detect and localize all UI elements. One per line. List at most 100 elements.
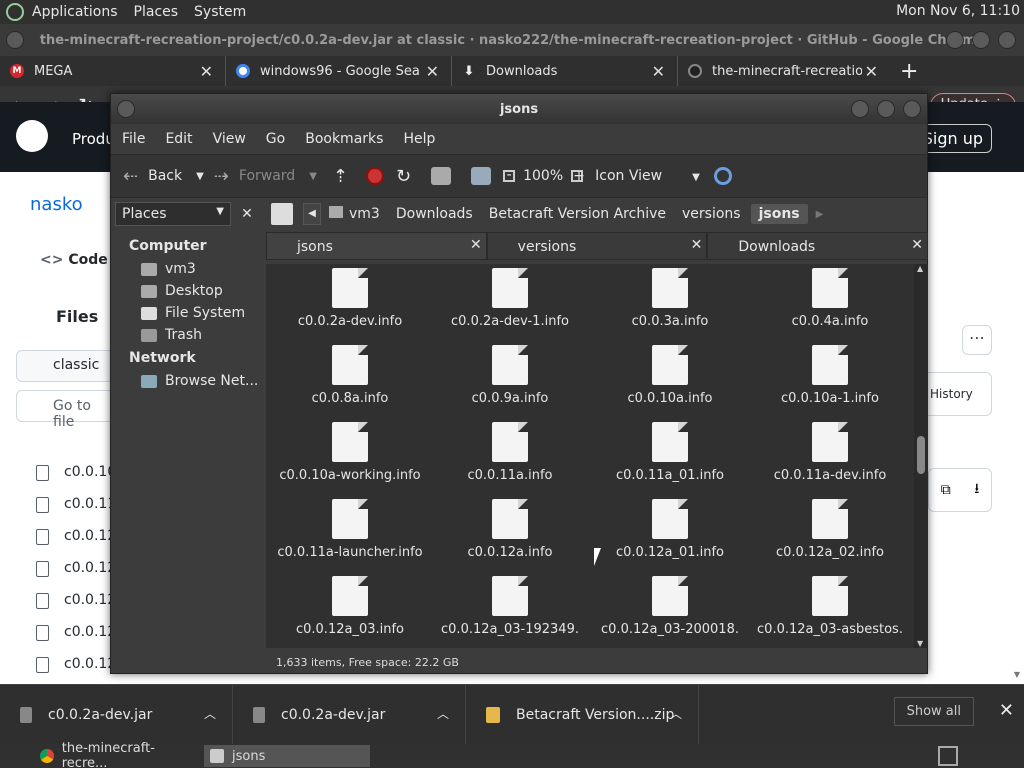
file-list-item[interactable]: c0.0.12: [35, 624, 116, 641]
up-button[interactable]: ⇡: [327, 166, 348, 187]
tab-versions[interactable]: versions ✕: [486, 232, 708, 260]
close-icon[interactable]: ✕: [999, 700, 1014, 721]
scroll-down-icon[interactable]: ▼: [917, 639, 923, 648]
file-item[interactable]: c0.0.11a-dev.info: [750, 422, 910, 483]
taskbar-item-chrome[interactable]: the-minecraft-recre...: [0, 741, 204, 768]
breadcrumb-versions[interactable]: versions: [674, 204, 749, 224]
search-icon[interactable]: [713, 167, 732, 185]
reload-icon[interactable]: ↻: [396, 166, 411, 187]
home-icon[interactable]: [431, 167, 452, 185]
clock[interactable]: Mon Nov 6, 11:10: [896, 3, 1020, 19]
close-icon[interactable]: ✕: [691, 237, 703, 253]
breadcrumb-jsons[interactable]: jsons: [750, 204, 808, 224]
copy-icon[interactable]: ⧉: [941, 482, 951, 498]
new-tab-button[interactable]: +: [900, 59, 960, 84]
places-menu[interactable]: Places: [126, 4, 187, 20]
close-icon[interactable]: ✕: [470, 237, 482, 253]
sidebar-places-select[interactable]: Places ▼: [115, 202, 231, 226]
breadcrumb-vm3[interactable]: vm3: [321, 204, 388, 224]
sidebar-item-desktop[interactable]: Desktop: [111, 280, 263, 302]
applications-menu[interactable]: Applications: [24, 4, 126, 20]
window-menu-button[interactable]: [117, 100, 135, 118]
file-list-item[interactable]: c0.0.12: [35, 592, 116, 609]
tab-google-search[interactable]: windows96 - Google Search ✕: [226, 56, 452, 86]
scrollbar-thumb[interactable]: [917, 436, 925, 474]
show-all-downloads-button[interactable]: Show all: [893, 697, 974, 726]
page-scroll-down-icon[interactable]: ▼: [1014, 670, 1020, 679]
back-button[interactable]: ⇠ Back ▼: [123, 166, 204, 187]
tab-github[interactable]: the-minecraft-recreation-project ✕: [678, 56, 890, 86]
close-icon[interactable]: ✕: [237, 206, 257, 222]
breadcrumb-right-icon[interactable]: ▶: [816, 209, 824, 220]
file-list-item[interactable]: c0.0.12: [35, 528, 116, 545]
file-item[interactable]: c0.0.10a-working.info: [270, 422, 430, 483]
menu-edit[interactable]: Edit: [165, 131, 192, 147]
menu-go[interactable]: Go: [266, 131, 285, 147]
file-item[interactable]: c0.0.12a_03-192349.: [430, 576, 590, 637]
close-button[interactable]: [998, 31, 1016, 49]
sidebar-item-trash[interactable]: Trash: [111, 324, 263, 346]
download-item[interactable]: Betacraft Version....zip ︿: [466, 684, 699, 745]
file-item[interactable]: c0.0.3a.info: [590, 268, 750, 329]
file-item[interactable]: c0.0.11a_01.info: [590, 422, 750, 483]
menu-help[interactable]: Help: [403, 131, 435, 147]
code-tab[interactable]: <> Code: [40, 252, 108, 268]
maximize-button[interactable]: [877, 100, 895, 118]
file-item[interactable]: c0.0.4a.info: [750, 268, 910, 329]
file-item[interactable]: c0.0.11a-launcher.info: [270, 499, 430, 560]
history-button[interactable]: History: [920, 372, 992, 416]
tab-downloads[interactable]: Downloads ✕: [707, 232, 929, 260]
file-item[interactable]: c0.0.12a_01.info: [590, 499, 750, 560]
close-icon[interactable]: ✕: [426, 62, 439, 81]
github-logo-icon[interactable]: [16, 120, 48, 152]
repo-name-link[interactable]: nasko: [30, 194, 83, 215]
file-item[interactable]: c0.0.12a_03-200018.: [590, 576, 750, 637]
file-item[interactable]: c0.0.11a.info: [430, 422, 590, 483]
zoom-out-icon[interactable]: -: [503, 168, 516, 182]
close-icon[interactable]: ✕: [200, 62, 213, 81]
more-options-icon[interactable]: ⋯: [962, 325, 992, 355]
distro-logo-icon[interactable]: [6, 3, 24, 21]
menu-bookmarks[interactable]: Bookmarks: [305, 131, 383, 147]
go-to-file-input[interactable]: Go to file: [16, 390, 116, 430]
file-item[interactable]: c0.0.12a.info: [430, 499, 590, 560]
close-icon[interactable]: ✕: [652, 62, 665, 81]
forward-button[interactable]: ⇢ Forward ▼: [214, 166, 317, 187]
file-item[interactable]: c0.0.9a.info: [430, 345, 590, 406]
show-desktop-button[interactable]: [938, 746, 958, 766]
edit-location-icon[interactable]: [271, 203, 293, 225]
file-item[interactable]: c0.0.8a.info: [270, 345, 430, 406]
close-icon[interactable]: ✕: [911, 237, 923, 253]
file-list-item[interactable]: c0.0.10: [35, 464, 116, 481]
scrollbar[interactable]: ▲ ▼: [914, 264, 928, 648]
minimize-button[interactable]: [946, 31, 964, 49]
view-mode-select[interactable]: Icon View ▼: [595, 168, 700, 184]
minimize-button[interactable]: [851, 100, 869, 118]
stop-icon[interactable]: [366, 167, 384, 185]
file-item[interactable]: c0.0.10a-1.info: [750, 345, 910, 406]
maximize-button[interactable]: [972, 31, 990, 49]
branch-selector[interactable]: classic: [16, 350, 116, 382]
download-icon[interactable]: ⭳: [974, 478, 979, 502]
menu-file[interactable]: File: [122, 131, 145, 147]
file-item[interactable]: c0.0.2a-dev.info: [270, 268, 430, 329]
breadcrumb-betacraft[interactable]: Betacraft Version Archive: [481, 204, 674, 224]
tab-jsons[interactable]: jsons ✕: [266, 232, 487, 260]
scroll-up-icon[interactable]: ▲: [917, 264, 923, 273]
file-item[interactable]: c0.0.2a-dev-1.info: [430, 268, 590, 329]
file-item[interactable]: c0.0.10a.info: [590, 345, 750, 406]
sidebar-item-filesystem[interactable]: File System: [111, 302, 263, 324]
product-menu[interactable]: Produ: [72, 130, 115, 148]
file-list-item[interactable]: c0.0.12: [35, 560, 116, 577]
chevron-up-icon[interactable]: ︿: [437, 705, 449, 722]
tab-mega[interactable]: M MEGA ✕: [0, 56, 226, 86]
window-menu-button[interactable]: [6, 31, 24, 49]
menu-view[interactable]: View: [213, 131, 246, 147]
computer-icon[interactable]: [471, 167, 492, 185]
chevron-up-icon[interactable]: ︿: [670, 705, 682, 722]
download-item[interactable]: c0.0.2a-dev.jar ︿: [233, 684, 466, 745]
breadcrumb-left-icon[interactable]: ◀: [303, 203, 321, 225]
download-item[interactable]: c0.0.2a-dev.jar ︿: [0, 684, 233, 745]
chevron-up-icon[interactable]: ︿: [204, 705, 216, 722]
tab-downloads[interactable]: ⬇ Downloads ✕: [452, 56, 678, 86]
